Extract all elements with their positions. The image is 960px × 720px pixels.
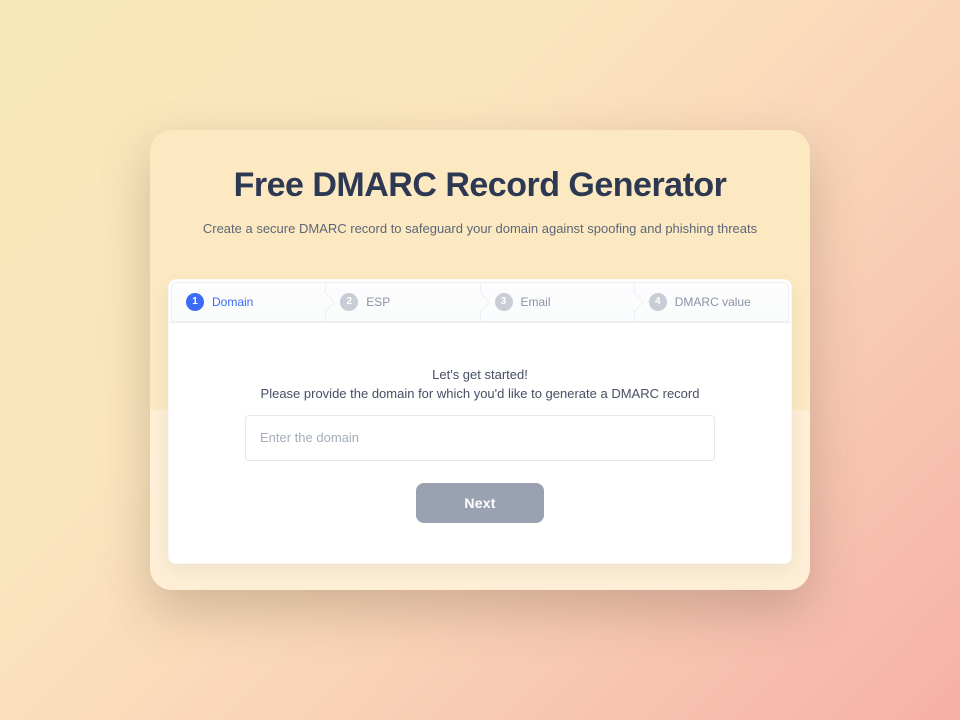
next-button[interactable]: Next: [416, 483, 544, 523]
wizard-container: 1 Domain 2 ESP 3 Email 4 DMARC value Let…: [168, 279, 792, 564]
wizard-body: Let's get started! Please provide the do…: [169, 323, 791, 563]
page-subtitle: Create a secure DMARC record to safeguar…: [190, 219, 770, 239]
desc-text: Please provide the domain for which you'…: [225, 386, 735, 401]
step-number-badge: 2: [340, 293, 358, 311]
step-dmarc-value[interactable]: 4 DMARC value: [634, 282, 789, 322]
generator-card: Free DMARC Record Generator Create a sec…: [150, 130, 810, 590]
domain-input[interactable]: [245, 415, 715, 461]
step-tabs: 1 Domain 2 ESP 3 Email 4 DMARC value: [169, 280, 791, 323]
step-email[interactable]: 3 Email: [480, 282, 634, 322]
step-label: Email: [521, 295, 551, 309]
step-number-badge: 1: [186, 293, 204, 311]
step-label: ESP: [366, 295, 390, 309]
step-number-badge: 4: [649, 293, 667, 311]
step-number-badge: 3: [495, 293, 513, 311]
step-label: Domain: [212, 295, 253, 309]
step-domain[interactable]: 1 Domain: [171, 282, 325, 322]
lead-text: Let's get started!: [225, 367, 735, 382]
page-title: Free DMARC Record Generator: [190, 166, 770, 205]
step-esp[interactable]: 2 ESP: [325, 282, 479, 322]
step-label: DMARC value: [675, 295, 751, 309]
card-header: Free DMARC Record Generator Create a sec…: [150, 130, 810, 263]
